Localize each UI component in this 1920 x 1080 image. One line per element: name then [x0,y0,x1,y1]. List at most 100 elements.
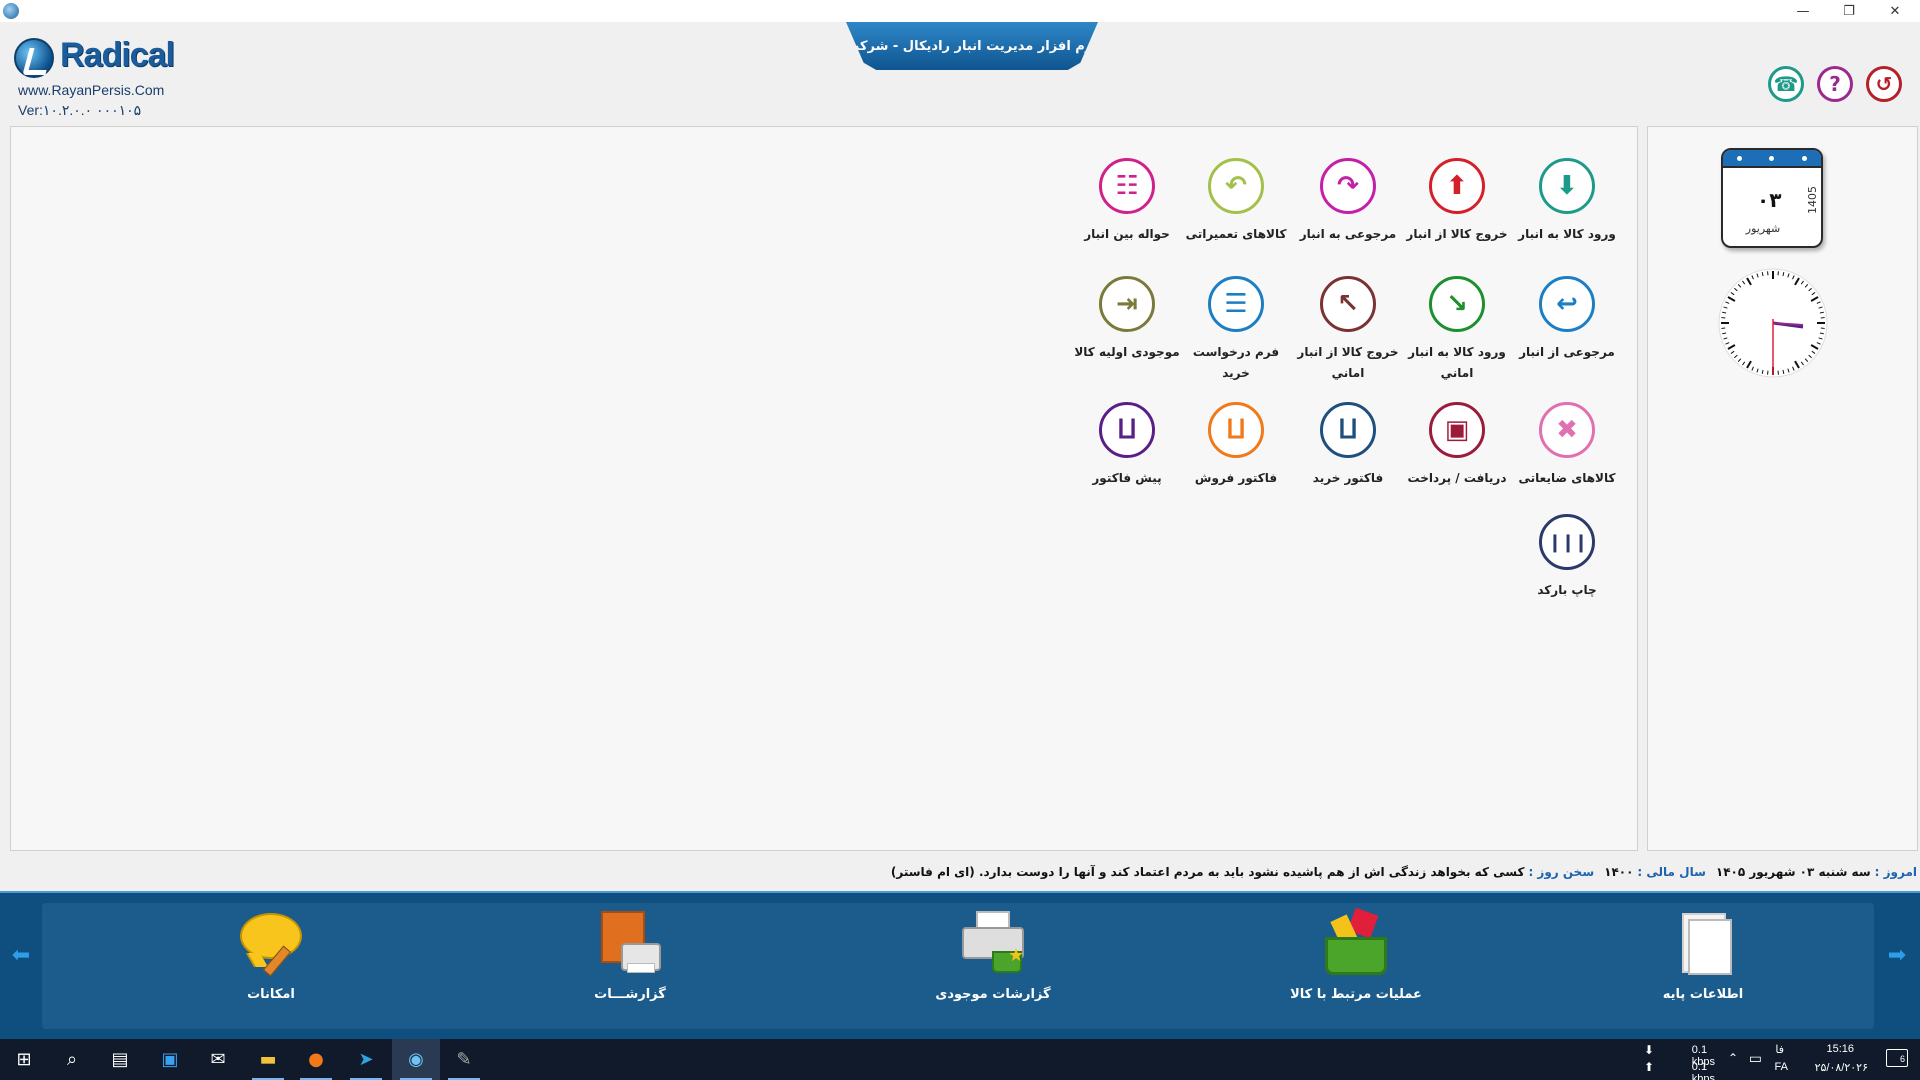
phone-icon[interactable]: ☎ [1768,66,1804,102]
toolbar-label: گزارشـــات [594,987,666,1002]
menu-scrap-goods[interactable]: ✖ کالاهای ضایعاتی [1512,402,1622,489]
radical-logo: Radical [14,36,178,80]
mail-icon[interactable]: ✉ [194,1039,242,1080]
menu-return-from-warehouse[interactable]: ↩ مرجوعی از انبار [1512,276,1622,363]
diagonal-up-arrow-icon: ↖ [1320,276,1376,332]
basket-icon: ⨿ [1208,402,1264,458]
damaged-item-icon: ✖ [1539,402,1595,458]
diagonal-down-arrow-icon: ↘ [1429,276,1485,332]
shopping-basket-icon [1321,907,1391,977]
analog-clock [1718,268,1828,378]
calendar-month: شهریور [1745,222,1781,235]
language-indicator[interactable]: FA [1775,1061,1788,1073]
language-indicator-fa[interactable]: فا [1775,1043,1784,1056]
menu-label: حواله بین انبار [1084,227,1170,241]
document-icon [1668,911,1738,977]
paint-icon[interactable]: ✎ [440,1039,488,1080]
menu-receive-pay[interactable]: ▣ دریافت / پرداخت [1402,402,1512,489]
toolbar-label: عملیات مرتبط با کالا [1290,987,1422,1002]
radical-app-taskbar-icon[interactable]: ◉ [392,1039,440,1080]
menu-label: کالاهای ضایعاتی [1518,471,1616,485]
menu-consignment-exit[interactable]: ↖ خروج کالا از انبار اماني [1293,276,1403,384]
barcode-icon: ❙❙❙ [1539,514,1595,570]
menu-label: خروج کالا از انبار اماني [1297,345,1399,380]
menu-label: چاپ بارکد [1537,583,1597,597]
menu-label: ورود کالا به انبار [1518,227,1616,241]
fiscal-year-value: ۱۴۰۰ [1604,865,1634,879]
task-view-icon[interactable]: ▤ [96,1039,144,1080]
return-arrow-icon: ↩ [1539,276,1595,332]
version-text: Ver:۱۰.۲.۰.۰ ۰۰۰۱۰۵ [18,102,142,118]
quote-label: سخن روز : [1528,865,1595,879]
menu-repair-goods[interactable]: ↶ کالاهای تعمیراتی [1181,158,1291,245]
toolbar-inventory-reports[interactable]: ★ گزارشات موجودی [908,911,1078,1002]
menu-purchase-request-form[interactable]: ☰ فرم درخواست خرید [1181,276,1291,384]
taskbar-date[interactable]: ۲۵/۰۸/۲۰۲۶ [1815,1061,1868,1074]
taskbar-time[interactable]: 15:16 [1826,1043,1854,1055]
status-line: امروز : سه شنبه ۰۳ شهریور ۱۴۰۵ سال مالی … [0,860,1920,884]
menu-label: خروج کالا از انبار [1406,227,1508,241]
menu-consignment-entry[interactable]: ↘ ورود کالا به انبار اماني [1402,276,1512,384]
export-up-arrow-icon: ⬆ [1429,158,1485,214]
menu-sales-invoice[interactable]: ⨿ فاکتور فروش [1181,402,1291,489]
menu-proforma-invoice[interactable]: ⨿ پیش فاکتور [1072,402,1182,489]
minimize-button[interactable]: — [1780,0,1826,22]
power-icon[interactable]: ↺ [1866,66,1902,102]
windows-taskbar: ⊞ ⌕ ▤ ▣ ✉ ▬ ● ➤ ◉ ✎ ⬇ ⬆ 0.1 kbps 0.1 kbp… [0,1039,1920,1080]
return-curved-arrow-icon: ↷ [1320,158,1376,214]
basket-icon: ⨿ [1320,402,1376,458]
scroll-right-arrow-icon[interactable]: ➡ [1886,945,1908,967]
menu-return-to-warehouse[interactable]: ↷ مرجوعی به انبار [1293,158,1403,245]
notification-count: 6 [1899,1054,1905,1064]
app-title: نرم افزار مدیریت انبار رادیکال - شرکت [846,38,1098,54]
network-icon[interactable]: ▭ [1749,1050,1762,1067]
net-up-speed: 0.1 kbps [1691,1061,1716,1080]
download-arrow-icon: ⬇ [1643,1043,1654,1057]
scroll-left-arrow-icon[interactable]: ⬅ [10,945,32,967]
file-explorer-icon[interactable]: ▬ [244,1039,292,1080]
app-icon [3,3,19,19]
window-title-bar: — ❐ ✕ [0,0,1920,22]
windows-start-icon[interactable]: ⊞ [0,1039,48,1080]
quote-of-day: کسی که بخواهد زندگی اش از هم پاشیده نشود… [890,865,1525,879]
telegram-icon[interactable]: ➤ [342,1039,390,1080]
printer-basket-icon: ★ [958,911,1028,977]
chevron-up-icon[interactable]: ⌃ [1728,1051,1738,1065]
menu-label: فرم درخواست خرید [1192,345,1280,380]
menu-inter-warehouse-transfer[interactable]: ☷ حواله بین انبار [1072,158,1182,245]
restore-button[interactable]: ❐ [1826,0,1872,22]
toolbar-reports[interactable]: گزارشـــات [545,911,715,1002]
app-title-tab: نرم افزار مدیریت انبار رادیکال - شرکت [846,22,1098,70]
import-down-arrow-icon: ⬇ [1539,158,1595,214]
upload-arrow-icon: ⬆ [1643,1060,1654,1074]
fiscal-year-label: سال مالی : [1637,865,1706,879]
menu-label: دریافت / پرداخت [1407,471,1507,485]
firefox-icon[interactable]: ● [292,1039,340,1080]
menu-label: ورود کالا به انبار اماني [1408,345,1506,380]
help-icon[interactable]: ? [1817,66,1853,102]
basket-icon: ⨿ [1099,402,1155,458]
logo-text: Radical [60,36,175,74]
close-button[interactable]: ✕ [1872,0,1918,22]
menu-label: کالاهای تعمیراتی [1185,227,1287,241]
menu-goods-exit[interactable]: ⬆ خروج کالا از انبار [1402,158,1512,245]
search-icon[interactable]: ⌕ [48,1039,96,1080]
store-icon[interactable]: ▣ [146,1039,194,1080]
menu-goods-entry[interactable]: ⬇ ورود کالا به انبار [1512,158,1622,245]
bottom-toolbar: ⬅ ➡ اطلاعات پایه عملیات مرتبط با کالا ★ … [0,891,1920,1039]
menu-initial-stock[interactable]: ⇥ موجودی اولیه کالا [1072,276,1182,363]
document-transfer-icon: ☷ [1099,158,1155,214]
menu-print-barcode[interactable]: ❙❙❙ چاپ بارکد [1512,514,1622,601]
calendar-day: ۰۳ [1757,188,1782,212]
toolbar-basic-info[interactable]: اطلاعات پایه [1618,911,1788,1002]
toolbar-features[interactable]: امکانات [186,911,356,1002]
menu-label: پیش فاکتور [1092,471,1162,485]
toolbar-goods-operations[interactable]: عملیات مرتبط با کالا [1271,907,1441,1002]
menu-purchase-invoice[interactable]: ⨿ فاکتور خرید [1293,402,1403,489]
notification-icon[interactable]: 6 [1886,1049,1908,1067]
menu-label: فاکتور خرید [1312,471,1384,485]
toolbar-label: اطلاعات پایه [1662,987,1744,1002]
today-label: امروز : [1874,865,1917,879]
toolbar-label: گزارشات موجودی [935,987,1051,1002]
printer-report-icon [595,911,665,977]
